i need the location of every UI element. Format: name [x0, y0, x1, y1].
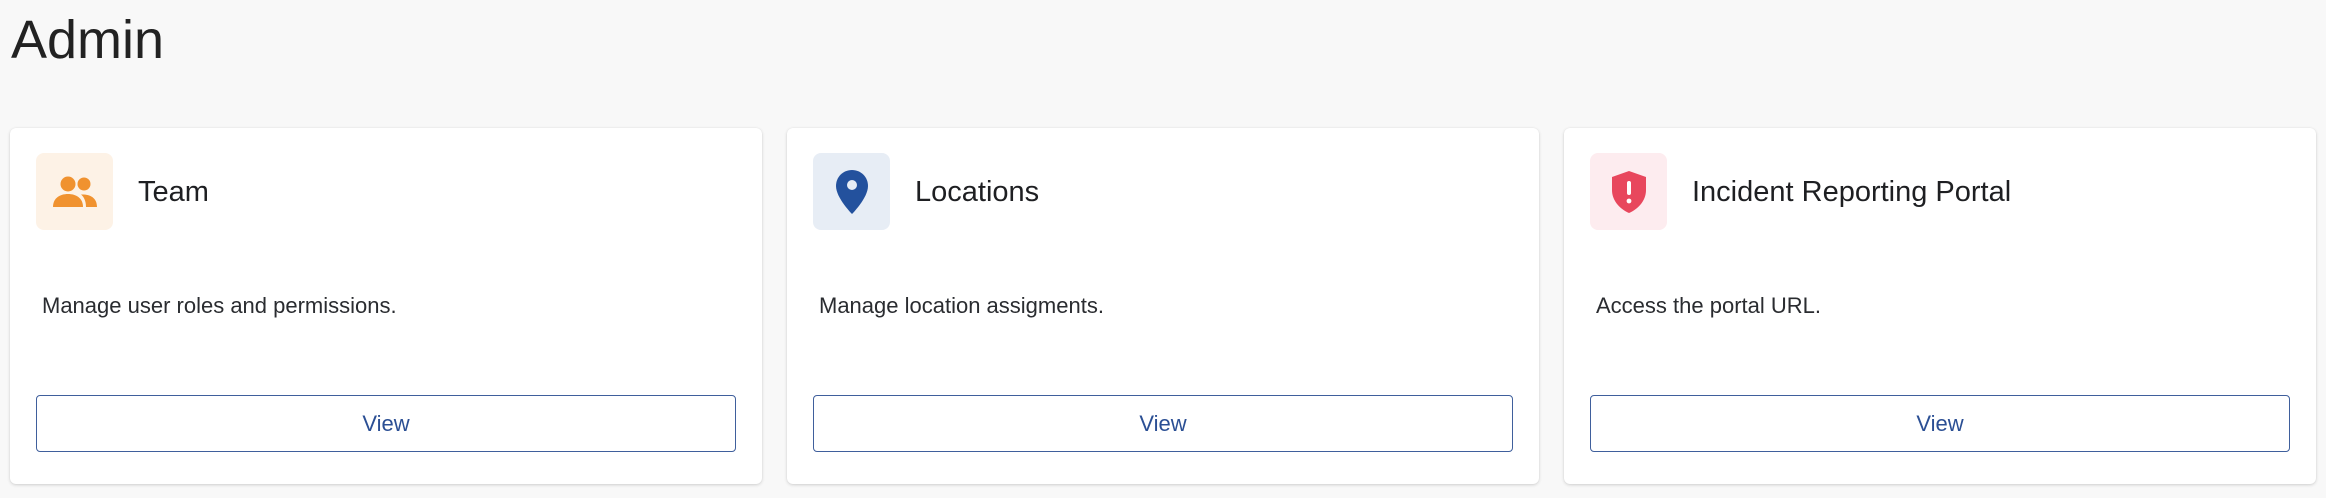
- team-view-button[interactable]: View: [36, 395, 736, 452]
- locations-icon-tile: [813, 153, 890, 230]
- card-description: Manage location assigments.: [819, 293, 1104, 318]
- incident-portal-view-button[interactable]: View: [1590, 395, 2290, 452]
- card-title: Team: [138, 176, 209, 208]
- shield-alert-icon: [1611, 170, 1646, 213]
- incident-portal-card: Incident Reporting Portal Access the por…: [1564, 128, 2316, 484]
- team-card: Team Manage user roles and permissions. …: [10, 128, 762, 484]
- locations-view-button[interactable]: View: [813, 395, 1513, 452]
- card-description: Manage user roles and permissions.: [42, 293, 397, 318]
- team-people-icon: [52, 176, 97, 207]
- page-title: Admin: [11, 10, 165, 70]
- location-pin-icon: [835, 169, 868, 214]
- team-icon-tile: [36, 153, 113, 230]
- incident-portal-icon-tile: [1590, 153, 1667, 230]
- card-title: Locations: [915, 176, 1040, 208]
- admin-card-grid: Team Manage user roles and permissions. …: [10, 128, 2316, 484]
- card-title: Incident Reporting Portal: [1692, 176, 2012, 208]
- card-description: Access the portal URL.: [1596, 293, 1821, 318]
- locations-card: Locations Manage location assigments. Vi…: [787, 128, 1539, 484]
